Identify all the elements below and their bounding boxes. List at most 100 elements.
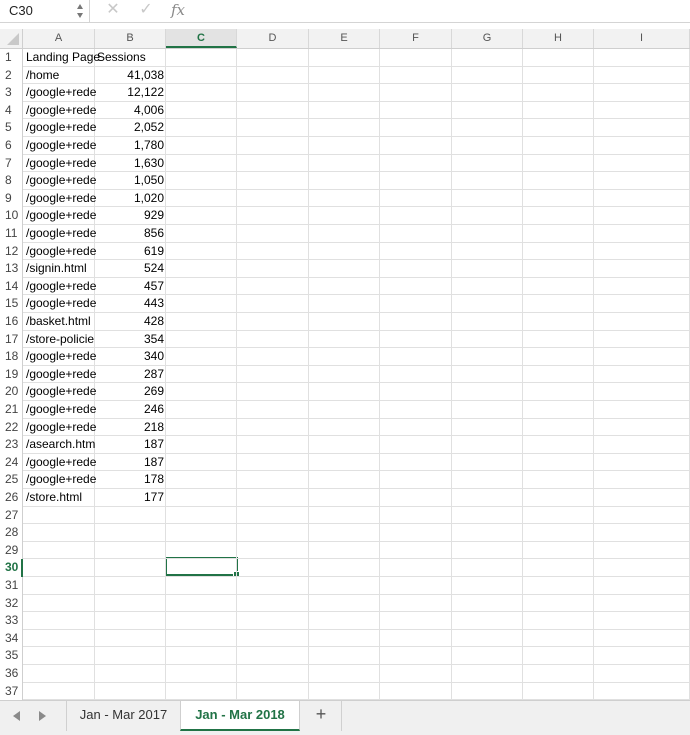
cell-a22[interactable]: /google+rede xyxy=(26,419,96,437)
cell-b8[interactable]: 1,050 xyxy=(96,172,164,190)
cell-a15[interactable]: /google+rede xyxy=(26,295,96,313)
cell-b7[interactable]: 1,630 xyxy=(96,155,164,173)
cell-a4[interactable]: /google+rede xyxy=(26,102,96,120)
cell-b16[interactable]: 428 xyxy=(96,313,164,331)
cell-a14[interactable]: /google+rede xyxy=(26,278,96,296)
row-header-14[interactable]: 14 xyxy=(0,277,23,296)
cell-b2[interactable]: 41,038 xyxy=(96,67,164,85)
row-header-34[interactable]: 34 xyxy=(0,629,23,648)
prev-sheet-arrow-icon[interactable] xyxy=(13,711,20,721)
stepper-down-icon[interactable] xyxy=(77,13,83,18)
cell-a23[interactable]: /asearch.htm xyxy=(26,436,96,454)
cell-a26[interactable]: /store.html xyxy=(26,489,96,507)
cell-b17[interactable]: 354 xyxy=(96,331,164,349)
cell-a9[interactable]: /google+rede xyxy=(26,190,96,208)
cell-a20[interactable]: /google+rede xyxy=(26,383,96,401)
row-header-6[interactable]: 6 xyxy=(0,137,23,155)
row-header-9[interactable]: 9 xyxy=(0,189,23,208)
column-header-d[interactable]: D xyxy=(237,29,309,48)
cell-b24[interactable]: 187 xyxy=(96,454,164,472)
cell-a11[interactable]: /google+rede xyxy=(26,225,96,243)
cell-b12[interactable]: 619 xyxy=(96,243,164,261)
cell-grid[interactable]: Landing Page Sessions/home 41,038/google+r… xyxy=(23,49,690,700)
cell-a3[interactable]: /google+rede xyxy=(26,84,96,102)
cell-a18[interactable]: /google+rede xyxy=(26,348,96,366)
row-header-21[interactable]: 21 xyxy=(0,401,23,419)
cell-b18[interactable]: 340 xyxy=(96,348,164,366)
column-header-f[interactable]: F xyxy=(380,29,452,48)
row-header-11[interactable]: 11 xyxy=(0,225,23,243)
cell-b25[interactable]: 178 xyxy=(96,471,164,489)
sheet-tab-jan-mar-2018[interactable]: Jan - Mar 2018 xyxy=(180,701,300,731)
row-header-27[interactable]: 27 xyxy=(0,506,23,525)
column-header-e[interactable]: E xyxy=(309,29,380,48)
cell-b13[interactable]: 524 xyxy=(96,260,164,278)
cell-b21[interactable]: 246 xyxy=(96,401,164,419)
cell-b11[interactable]: 856 xyxy=(96,225,164,243)
row-header-31[interactable]: 31 xyxy=(0,577,23,595)
row-header-7[interactable]: 7 xyxy=(0,154,23,173)
row-header-10[interactable]: 10 xyxy=(0,207,23,225)
row-header-32[interactable]: 32 xyxy=(0,594,23,613)
row-header-5[interactable]: 5 xyxy=(0,119,23,137)
add-sheet-button[interactable]: + xyxy=(301,701,342,731)
cell-a17[interactable]: /store-policie xyxy=(26,331,96,349)
cancel-icon[interactable]: ✕ xyxy=(104,0,122,22)
cell-b5[interactable]: 2,052 xyxy=(96,119,164,137)
row-header-25[interactable]: 25 xyxy=(0,471,23,489)
cell-a10[interactable]: /google+rede xyxy=(26,207,96,225)
cell-a13[interactable]: /signin.html xyxy=(26,260,96,278)
column-header-g[interactable]: G xyxy=(452,29,523,48)
row-header-24[interactable]: 24 xyxy=(0,453,23,472)
cell-a12[interactable]: /google+rede xyxy=(26,243,96,261)
cell-b15[interactable]: 443 xyxy=(96,295,164,313)
row-header-23[interactable]: 23 xyxy=(0,436,23,454)
row-header-18[interactable]: 18 xyxy=(0,348,23,366)
row-header-28[interactable]: 28 xyxy=(0,524,23,542)
next-sheet-arrow-icon[interactable] xyxy=(39,711,46,721)
row-header-33[interactable]: 33 xyxy=(0,612,23,630)
row-header-13[interactable]: 13 xyxy=(0,260,23,278)
cell-b26[interactable]: 177 xyxy=(96,489,164,507)
column-header-i[interactable]: I xyxy=(594,29,690,48)
cell-a19[interactable]: /google+rede xyxy=(26,366,96,384)
row-header-26[interactable]: 26 xyxy=(0,489,23,507)
row-header-16[interactable]: 16 xyxy=(0,313,23,331)
row-header-4[interactable]: 4 xyxy=(0,101,23,120)
row-header-15[interactable]: 15 xyxy=(0,295,23,313)
cell-b20[interactable]: 269 xyxy=(96,383,164,401)
cell-a6[interactable]: /google+rede xyxy=(26,137,96,155)
cell-a24[interactable]: /google+rede xyxy=(26,454,96,472)
row-header-35[interactable]: 35 xyxy=(0,647,23,665)
cell-b1[interactable]: Sessions xyxy=(97,49,165,67)
cell-a7[interactable]: /google+rede xyxy=(26,155,96,173)
column-header-b[interactable]: B xyxy=(95,29,166,48)
row-header-17[interactable]: 17 xyxy=(0,330,23,349)
enter-icon[interactable]: ✓ xyxy=(137,0,155,22)
row-header-36[interactable]: 36 xyxy=(0,665,23,683)
cell-b6[interactable]: 1,780 xyxy=(96,137,164,155)
cell-a25[interactable]: /google+rede xyxy=(26,471,96,489)
select-all-corner[interactable] xyxy=(0,29,23,48)
column-header-a[interactable]: A xyxy=(23,29,95,48)
row-header-29[interactable]: 29 xyxy=(0,541,23,560)
column-header-c[interactable]: C xyxy=(166,29,237,48)
cell-b4[interactable]: 4,006 xyxy=(96,102,164,120)
name-box-stepper-icon[interactable] xyxy=(77,2,85,20)
row-header-20[interactable]: 20 xyxy=(0,383,23,401)
row-header-3[interactable]: 3 xyxy=(0,84,23,102)
row-header-22[interactable]: 22 xyxy=(0,418,23,437)
row-header-19[interactable]: 19 xyxy=(0,365,23,384)
active-cell-c30[interactable] xyxy=(165,557,240,578)
cell-b23[interactable]: 187 xyxy=(96,436,164,454)
formula-input[interactable] xyxy=(198,2,686,20)
cell-b22[interactable]: 218 xyxy=(96,419,164,437)
cell-a2[interactable]: /home xyxy=(26,67,96,85)
cell-b19[interactable]: 287 xyxy=(96,366,164,384)
stepper-up-icon[interactable] xyxy=(77,4,83,9)
row-header-12[interactable]: 12 xyxy=(0,242,23,261)
cell-a8[interactable]: /google+rede xyxy=(26,172,96,190)
cell-a16[interactable]: /basket.html xyxy=(26,313,96,331)
row-header-8[interactable]: 8 xyxy=(0,172,23,190)
row-header-30[interactable]: 30 xyxy=(0,559,23,577)
